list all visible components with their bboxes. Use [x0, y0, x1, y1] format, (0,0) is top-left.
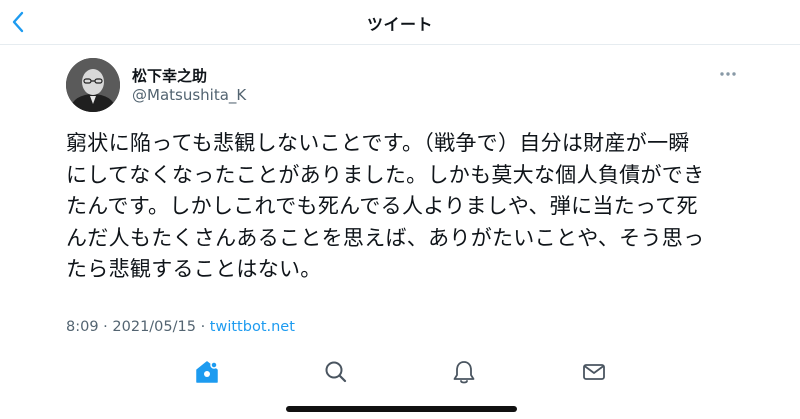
search-icon: [325, 361, 347, 383]
tweet-meta: 8:09 · 2021/05/15 · twittbot.net: [66, 319, 295, 335]
author-handle[interactable]: @Matsushita_K: [132, 86, 246, 104]
tweet-text: 窮状に陥っても悲観しないことです。（戦争で）自分は財産が一瞬 にしてなくなったこ…: [66, 128, 736, 286]
tab-home[interactable]: [191, 356, 223, 388]
tweet-time: 8:09: [66, 319, 99, 335]
avatar-image: [66, 58, 120, 112]
more-horizontal-icon: [720, 72, 736, 76]
notifications-icon: [453, 361, 475, 384]
messages-icon: [583, 364, 605, 380]
tab-messages[interactable]: [578, 356, 610, 388]
tab-notifications[interactable]: [448, 356, 480, 388]
tweet-text-line: 窮状に陥っても悲観しないことです。（戦争で）自分は財産が一瞬: [66, 131, 690, 155]
tweet-text-line: たんです。しかしこれでも死んでる人よりましや、弾に当たって死: [66, 194, 698, 218]
avatar[interactable]: [66, 58, 120, 112]
author-name[interactable]: 松下幸之助: [132, 65, 207, 86]
page-title: ツイート: [366, 15, 433, 34]
tab-search[interactable]: [320, 356, 352, 388]
tweet-text-line: んだ人もたくさんあることを思えば、ありがたいことや、そう思っ: [66, 225, 705, 250]
more-options-button[interactable]: [716, 66, 740, 80]
top-bar: ツイート: [0, 0, 800, 45]
home-icon: [196, 361, 218, 383]
tweet-source-link[interactable]: twittbot.net: [210, 319, 295, 335]
home-indicator[interactable]: [286, 406, 517, 412]
tweet-date: 2021/05/15: [112, 319, 196, 335]
tweet-text-line: にしてなくなったことがありました。しかも莫大な個人負債ができ: [66, 162, 705, 187]
bottom-tab-bar: [0, 352, 800, 392]
tweet-text-line: たら悲観することはない。: [66, 257, 322, 281]
